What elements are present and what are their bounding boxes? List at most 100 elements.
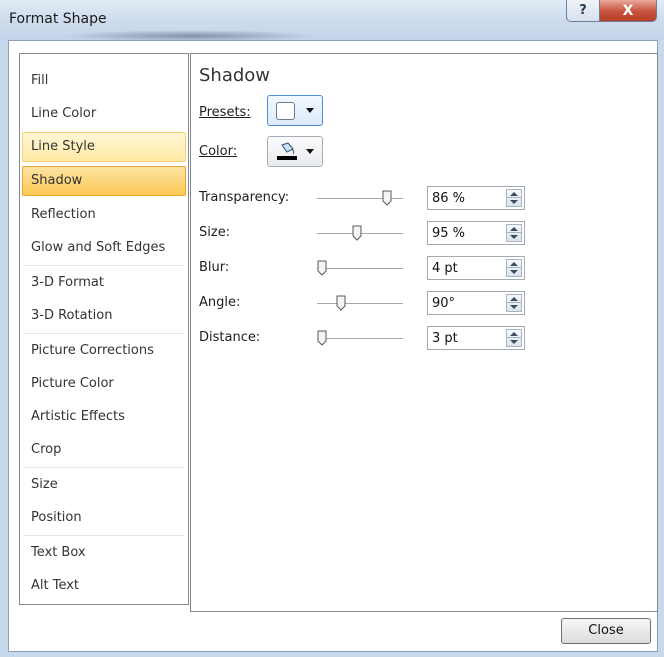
nav-item-artistic-effects[interactable]: Artistic Effects	[22, 402, 186, 432]
angle-slider-thumb[interactable]	[336, 295, 346, 311]
spin-divider	[507, 337, 521, 338]
transparency-value[interactable]: 86 %	[432, 191, 465, 206]
title-bar[interactable]: Format Shape ? X	[0, 0, 664, 42]
spin-down-icon[interactable]	[510, 305, 518, 309]
nav-item-label: Line Style	[31, 139, 95, 154]
dialog-title: Format Shape	[9, 11, 107, 27]
spin-divider	[507, 302, 521, 303]
nav-item-picture-color[interactable]: Picture Color	[22, 369, 186, 399]
angle-spin-buttons[interactable]	[506, 294, 522, 312]
nav-item-label: Picture Color	[31, 376, 114, 391]
shadow-panel: Shadow Presets: Color: Transparency: 86 …	[190, 53, 658, 612]
chevron-down-icon	[306, 149, 314, 154]
nav-item-alt-text[interactable]: Alt Text	[22, 571, 186, 601]
nav-separator	[24, 467, 184, 468]
color-label: Color:	[199, 144, 237, 159]
nav-item-label: Crop	[31, 442, 62, 457]
blur-label: Blur:	[199, 260, 230, 275]
size-slider-thumb[interactable]	[352, 225, 362, 241]
transparency-spin-buttons[interactable]	[506, 189, 522, 207]
close-icon: X	[622, 2, 634, 19]
nav-item-label: Size	[31, 477, 58, 492]
nav-item-label: Alt Text	[31, 578, 80, 593]
panel-title: Shadow	[199, 65, 271, 86]
spin-divider	[507, 232, 521, 233]
size-spin-buttons[interactable]	[506, 224, 522, 242]
angle-spinbox[interactable]: 90°	[427, 291, 525, 315]
nav-item-glow-soft-edges[interactable]: Glow and Soft Edges	[22, 233, 186, 263]
spin-up-icon[interactable]	[510, 227, 518, 231]
distance-slider-thumb[interactable]	[317, 330, 327, 346]
size-label: Size:	[199, 225, 231, 240]
paint-bucket-icon	[277, 142, 297, 160]
help-button[interactable]: ?	[566, 0, 600, 22]
nav-item-3d-rotation[interactable]: 3-D Rotation	[22, 301, 186, 331]
nav-item-label: Text Box	[31, 545, 86, 560]
angle-value[interactable]: 90°	[432, 296, 455, 311]
spin-down-icon[interactable]	[510, 340, 518, 344]
nav-separator	[24, 333, 184, 334]
nav-separator	[24, 265, 184, 266]
nav-item-label: Reflection	[31, 207, 96, 222]
nav-item-label: Position	[31, 510, 82, 525]
spin-up-icon[interactable]	[510, 262, 518, 266]
nav-item-label: Artistic Effects	[31, 409, 125, 424]
nav-item-label: 3-D Rotation	[31, 308, 113, 323]
nav-item-label: Shadow	[31, 173, 83, 188]
angle-label: Angle:	[199, 295, 241, 310]
window-close-button[interactable]: X	[599, 0, 657, 22]
shadow-color-dropdown[interactable]	[267, 136, 323, 167]
distance-label: Distance:	[199, 330, 261, 345]
nav-item-label: 3-D Format	[31, 275, 104, 290]
nav-item-label: Picture Corrections	[31, 343, 154, 358]
spin-up-icon[interactable]	[510, 192, 518, 196]
spin-up-icon[interactable]	[510, 297, 518, 301]
distance-spin-buttons[interactable]	[506, 329, 522, 347]
presets-label-text: Presets:	[199, 105, 251, 120]
nav-item-label: Line Color	[31, 106, 97, 121]
spin-down-icon[interactable]	[510, 200, 518, 204]
nav-item-fill[interactable]: Fill	[22, 66, 186, 96]
spin-down-icon[interactable]	[510, 235, 518, 239]
color-label-text: Color:	[199, 144, 238, 159]
distance-slider[interactable]	[317, 338, 403, 339]
nav-item-label: Glow and Soft Edges	[31, 240, 166, 255]
chevron-down-icon	[306, 108, 314, 113]
spin-divider	[507, 197, 521, 198]
help-icon: ?	[579, 3, 587, 18]
size-value[interactable]: 95 %	[432, 226, 465, 241]
spin-down-icon[interactable]	[510, 270, 518, 274]
nav-item-text-box[interactable]: Text Box	[22, 538, 186, 568]
nav-separator	[24, 535, 184, 536]
blur-spinbox[interactable]: 4 pt	[427, 256, 525, 280]
nav-item-size[interactable]: Size	[22, 470, 186, 500]
presets-label: Presets:	[199, 105, 251, 120]
dialog-client-area: Fill Line Color Line Style Shadow Reflec…	[8, 40, 658, 652]
blur-value[interactable]: 4 pt	[432, 261, 458, 276]
size-spinbox[interactable]: 95 %	[427, 221, 525, 245]
nav-item-label: Fill	[31, 73, 49, 88]
transparency-slider-thumb[interactable]	[382, 190, 392, 206]
format-shape-dialog: Format Shape ? X Fill Line Color Line St…	[0, 0, 664, 657]
nav-item-line-style[interactable]: Line Style	[22, 132, 186, 162]
transparency-spinbox[interactable]: 86 %	[427, 186, 525, 210]
spin-divider	[507, 267, 521, 268]
nav-item-shadow[interactable]: Shadow	[22, 166, 186, 196]
distance-value[interactable]: 3 pt	[432, 331, 458, 346]
nav-item-reflection[interactable]: Reflection	[22, 200, 186, 230]
presets-dropdown[interactable]	[267, 95, 323, 126]
blur-spin-buttons[interactable]	[506, 259, 522, 277]
blur-slider[interactable]	[317, 268, 403, 269]
blur-slider-thumb[interactable]	[317, 260, 327, 276]
shadow-preset-swatch-icon	[276, 102, 295, 120]
nav-item-picture-corrections[interactable]: Picture Corrections	[22, 336, 186, 366]
nav-item-line-color[interactable]: Line Color	[22, 99, 186, 129]
distance-spinbox[interactable]: 3 pt	[427, 326, 525, 350]
nav-item-3d-format[interactable]: 3-D Format	[22, 268, 186, 298]
category-list: Fill Line Color Line Style Shadow Reflec…	[19, 53, 189, 605]
angle-slider[interactable]	[317, 303, 403, 304]
nav-item-crop[interactable]: Crop	[22, 435, 186, 465]
close-button[interactable]: Close	[561, 618, 651, 644]
spin-up-icon[interactable]	[510, 332, 518, 336]
nav-item-position[interactable]: Position	[22, 503, 186, 533]
